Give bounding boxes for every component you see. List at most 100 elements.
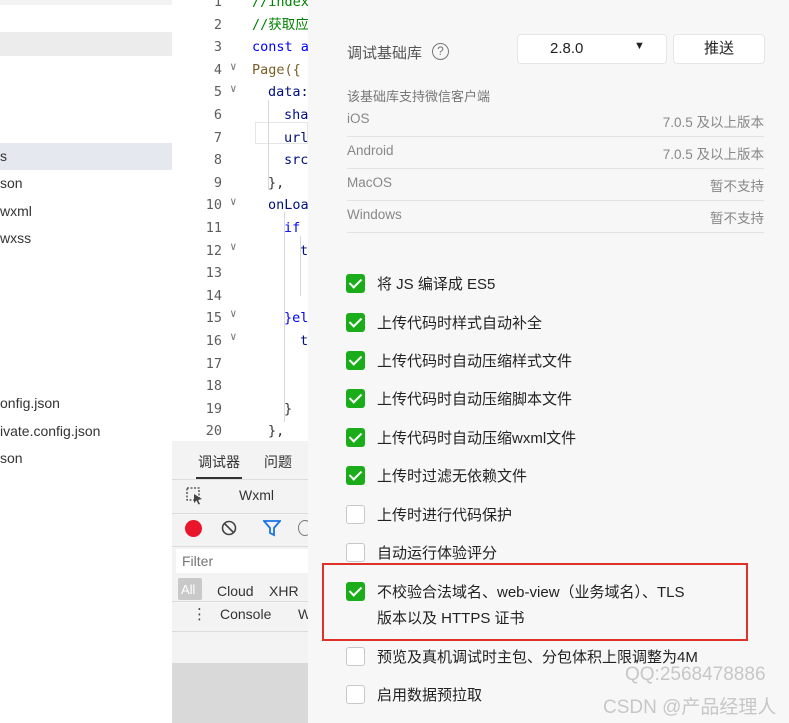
filter-input[interactable]: Filter [176, 549, 308, 573]
base-lib-select[interactable]: 2.8.0 ▼ [518, 35, 666, 63]
tab-more[interactable]: W [298, 606, 308, 622]
code-line: if [284, 220, 301, 236]
code-line: }, [268, 174, 285, 191]
tab-issues[interactable]: 问题 [264, 452, 292, 472]
support-row: MacOS 暂不支持 [347, 168, 764, 201]
file-label: onfig.json [0, 395, 60, 411]
file-label: ivate.config.json [0, 423, 101, 439]
fold-chevron-icon[interactable]: ∨ [230, 56, 242, 78]
filter-all-chip[interactable]: All [178, 578, 202, 600]
line-number: 19 [205, 400, 222, 417]
checkbox[interactable] [346, 274, 365, 293]
fold-chevron-icon[interactable]: ∨ [230, 326, 242, 348]
line-number: 7 [213, 129, 222, 146]
inspect-cursor-icon[interactable] [186, 487, 204, 505]
checkbox[interactable] [346, 428, 365, 447]
file-label: wxss [0, 230, 32, 246]
fold-chevron-icon[interactable]: ∨ [230, 78, 242, 100]
code-line: //获取应 [252, 16, 308, 33]
support-row: Android 7.0.5 及以上版本 [347, 136, 764, 169]
file-tree-item[interactable]: ivate.config.json [0, 418, 172, 445]
line-number: 16 [205, 333, 222, 349]
checkbox[interactable] [346, 466, 365, 485]
highlight-box [322, 563, 748, 641]
checkbox[interactable] [346, 685, 365, 704]
checkbox[interactable] [346, 543, 365, 562]
line-number: 9 [213, 174, 222, 191]
base-lib-version: 2.8.0 [550, 40, 584, 57]
record-icon[interactable] [185, 520, 202, 537]
line-number: 10 [205, 197, 222, 214]
file-tree-item[interactable]: wxml [0, 198, 172, 225]
console-area [172, 663, 308, 723]
file-tree-header [0, 32, 172, 56]
divider [172, 546, 308, 547]
code-line: }el [284, 310, 308, 327]
tab-console[interactable]: Console [220, 606, 271, 622]
base-lib-label: 调试基础库 [347, 45, 423, 62]
support-row: Windows 暂不支持 [347, 200, 764, 233]
fold-chevron-icon[interactable]: ∨ [230, 303, 242, 325]
push-button[interactable]: 推送 [674, 35, 764, 63]
platform-name: MacOS [347, 175, 393, 190]
fold-chevron-icon[interactable]: ∨ [230, 236, 242, 258]
line-number: 6 [213, 107, 222, 123]
file-label: s [0, 148, 7, 164]
dropdown-arrow-icon: ▼ [634, 40, 645, 52]
platform-name: iOS [347, 111, 370, 126]
file-label: wxml [0, 203, 32, 219]
file-label: son [0, 450, 23, 466]
file-tree-item[interactable]: son [0, 170, 172, 197]
line-number: 1 [213, 0, 222, 10]
file-tree-item[interactable]: wxss [0, 225, 172, 252]
checkbox[interactable] [346, 389, 365, 408]
indent-guide [268, 100, 269, 190]
divider [172, 631, 308, 632]
platform-name: Android [347, 143, 394, 158]
file-tree-item[interactable]: s [0, 143, 172, 170]
platform-status: 7.0.5 及以上版本 [662, 115, 764, 130]
filter-xhr[interactable]: XHR [269, 583, 299, 599]
platform-name: Windows [347, 207, 402, 222]
line-number: 5 [213, 84, 222, 101]
fold-chevron-icon[interactable]: ∨ [230, 191, 242, 213]
divider [172, 479, 308, 480]
current-line-highlight [255, 122, 308, 144]
option-label: 自动运行体验评分 [377, 545, 498, 562]
support-row: iOS 7.0.5 及以上版本 [347, 104, 764, 137]
line-number: 12 [205, 242, 222, 259]
filter-cloud[interactable]: Cloud [217, 583, 254, 599]
checkbox[interactable] [346, 505, 365, 524]
filter-icon[interactable] [262, 520, 282, 537]
line-number: 15 [205, 310, 222, 327]
code-line: } [284, 400, 293, 417]
divider [172, 601, 308, 602]
indent-guide [300, 236, 301, 296]
file-tree-item[interactable]: onfig.json [0, 390, 172, 417]
checkbox[interactable] [346, 647, 365, 666]
line-number: 11 [205, 220, 222, 236]
indent-guide [284, 212, 285, 422]
option-label: 上传代码时样式自动补全 [377, 315, 543, 332]
tab-wxml[interactable]: Wxml [239, 487, 274, 503]
line-number: 2 [213, 16, 222, 33]
line-number: 4 [213, 61, 222, 78]
watermark-qq: QQ:2568478886 [625, 664, 766, 685]
code-editor[interactable]: 1//index 2//获取应 3 const a 4 Page({5 data: 6 sha 7… [172, 0, 308, 441]
code-line: //index [252, 0, 308, 10]
tab-debugger[interactable]: 调试器 [198, 452, 240, 472]
filter-placeholder: Filter [182, 553, 214, 569]
file-label: son [0, 175, 23, 191]
option-label: 上传代码时自动压缩样式文件 [377, 353, 573, 370]
help-icon[interactable]: ? [432, 43, 449, 60]
more-icon[interactable]: ⋮ [192, 605, 207, 623]
code-line: src [284, 152, 308, 169]
checkbox[interactable] [346, 351, 365, 370]
clear-icon[interactable] [221, 520, 237, 536]
file-tree-item[interactable]: son [0, 445, 172, 472]
line-number: 8 [213, 152, 222, 169]
file-tree-top-band [0, 0, 172, 5]
search-icon[interactable] [298, 520, 308, 536]
platform-status: 7.0.5 及以上版本 [662, 147, 764, 162]
checkbox[interactable] [346, 313, 365, 332]
